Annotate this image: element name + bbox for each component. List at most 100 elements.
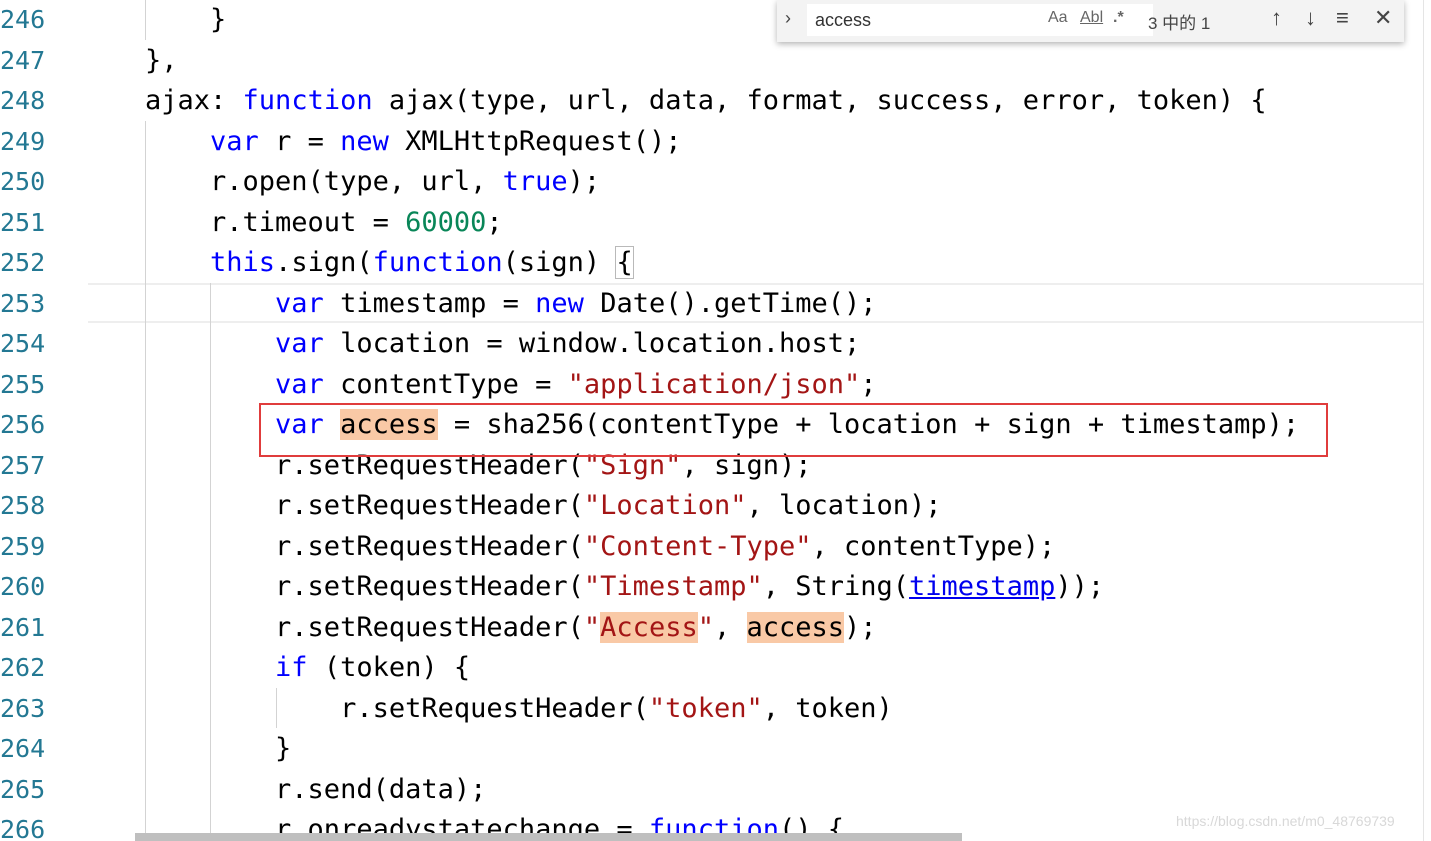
keyword-token: function [372,247,503,278]
code-line[interactable]: 251 r.timeout = 60000; [0,203,1424,244]
close-icon[interactable]: ✕ [1374,5,1392,31]
code-text: r.open(type, url, true); [145,162,600,202]
string-token: "application/json" [567,368,861,400]
code-token: , token) [762,692,893,724]
line-number: 252 [0,248,46,277]
code-line[interactable]: 252 this.sign(function(sign) { [0,243,1424,284]
chevron-right-icon[interactable]: › [785,8,791,29]
code-token: XMLHttpRequest(); [388,125,682,157]
code-line[interactable]: 248 ajax: function ajax(type, url, data,… [0,81,1424,122]
keyword-token: this [210,247,276,278]
code-token: ; [486,206,503,238]
string-token: "token" [648,692,763,724]
line-number: 256 [0,410,46,439]
keyword-token: var [275,287,324,319]
code-text: } [145,0,226,40]
vertical-scrollbar[interactable] [1423,0,1431,841]
line-number: 249 [0,126,46,156]
whole-word-toggle[interactable]: Abl [1080,9,1103,27]
code-text: r.setRequestHeader("token", token) [145,689,893,729]
line-number: 248 [0,86,46,115]
code-token: r.setRequestHeader( [145,692,649,724]
string-token: " [583,611,601,643]
keyword-token: var [275,368,324,400]
line-number: 250 [0,167,46,196]
code-text: r.send(data); [145,770,486,810]
match-case-toggle[interactable]: Aa [1048,9,1068,27]
keyword-token: new [340,125,389,157]
string-token: "Location" [583,490,747,521]
code-line[interactable]: 250 r.open(type, url, true); [0,162,1424,203]
line-number: 266 [0,815,46,841]
line-number: 260 [0,572,46,601]
code-line[interactable]: 247 }, [0,41,1424,82]
code-line[interactable]: 263 r.setRequestHeader("token", token) [0,689,1424,730]
code-token: } [145,733,292,764]
string-token: "Timestamp" [583,571,763,602]
code-token: r.setRequestHeader( [145,611,584,643]
code-token: , String( [762,571,910,602]
keyword-token: new [535,287,584,319]
code-line[interactable]: 254 var location = window.location.host; [0,324,1424,365]
code-text: }, [145,41,178,81]
code-line[interactable]: 264 } [0,729,1424,770]
code-text: this.sign(function(sign) { [145,243,634,283]
code-line[interactable]: 265 r.send(data); [0,770,1424,811]
code-token: ajax: [145,85,243,116]
line-number: 251 [0,207,46,237]
code-line[interactable]: 260 r.setRequestHeader("Timestamp", Stri… [0,567,1424,608]
linked-identifier[interactable]: timestamp [909,571,1055,602]
annotation-highlight-box [259,403,1328,457]
code-token: r = [258,125,341,157]
code-text: ajax: function ajax(type, url, data, for… [145,81,1267,121]
code-token: ); [844,611,877,643]
line-number: 255 [0,369,46,399]
find-query-text: access [815,10,872,30]
code-token: r.open(type, url, [145,166,503,197]
code-token: .sign( [275,247,373,278]
line-number: 253 [0,288,46,318]
horizontal-scrollbar[interactable] [135,833,962,841]
regex-toggle[interactable]: .* [1113,9,1124,27]
code-text: } [145,729,291,769]
code-token: r.setRequestHeader( [145,571,584,602]
code-line[interactable]: 249 var r = new XMLHttpRequest(); [0,122,1424,163]
code-line[interactable]: 259 r.setRequestHeader("Content-Type", c… [0,527,1424,568]
arrow-down-icon[interactable]: ↓ [1305,5,1316,31]
line-number: 259 [0,531,46,561]
code-line[interactable]: 262 if (token) { [0,648,1424,689]
code-text: if (token) { [145,648,470,688]
search-match: Access [600,611,698,643]
code-editor[interactable]: 246 } 247 }, 248 ajax: function ajax(typ… [0,0,1424,841]
line-number: 258 [0,491,46,520]
find-in-selection-icon[interactable]: ≡ [1336,5,1349,31]
code-line[interactable]: 261 r.setRequestHeader("Access", access)… [0,608,1424,649]
code-token: Date().getTime(); [583,287,877,319]
code-token: , contentType); [811,530,1056,562]
code-token: ; [860,368,877,400]
arrow-up-icon[interactable]: ↑ [1271,5,1282,31]
code-line[interactable]: 255 var contentType = "application/json"… [0,365,1424,406]
line-number: 263 [0,693,46,723]
line-number: 261 [0,612,46,642]
code-text: var timestamp = new Date().getTime(); [145,284,877,324]
code-token: contentType = [323,368,568,400]
line-number: 257 [0,450,46,480]
watermark: https://blog.csdn.net/m0_48769739 [1176,813,1395,829]
code-line[interactable]: 253 var timestamp = new Date().getTime()… [0,284,1424,325]
code-token: )); [1055,571,1105,602]
code-line[interactable]: 258 r.setRequestHeader("Location", locat… [0,486,1424,527]
keyword-token: var [210,125,259,157]
string-token: " [697,611,714,643]
code-token: , [713,611,747,643]
line-number: 264 [0,734,46,763]
code-token: } [145,4,227,35]
code-token: , location); [746,490,942,521]
number-token: 60000 [405,206,487,238]
